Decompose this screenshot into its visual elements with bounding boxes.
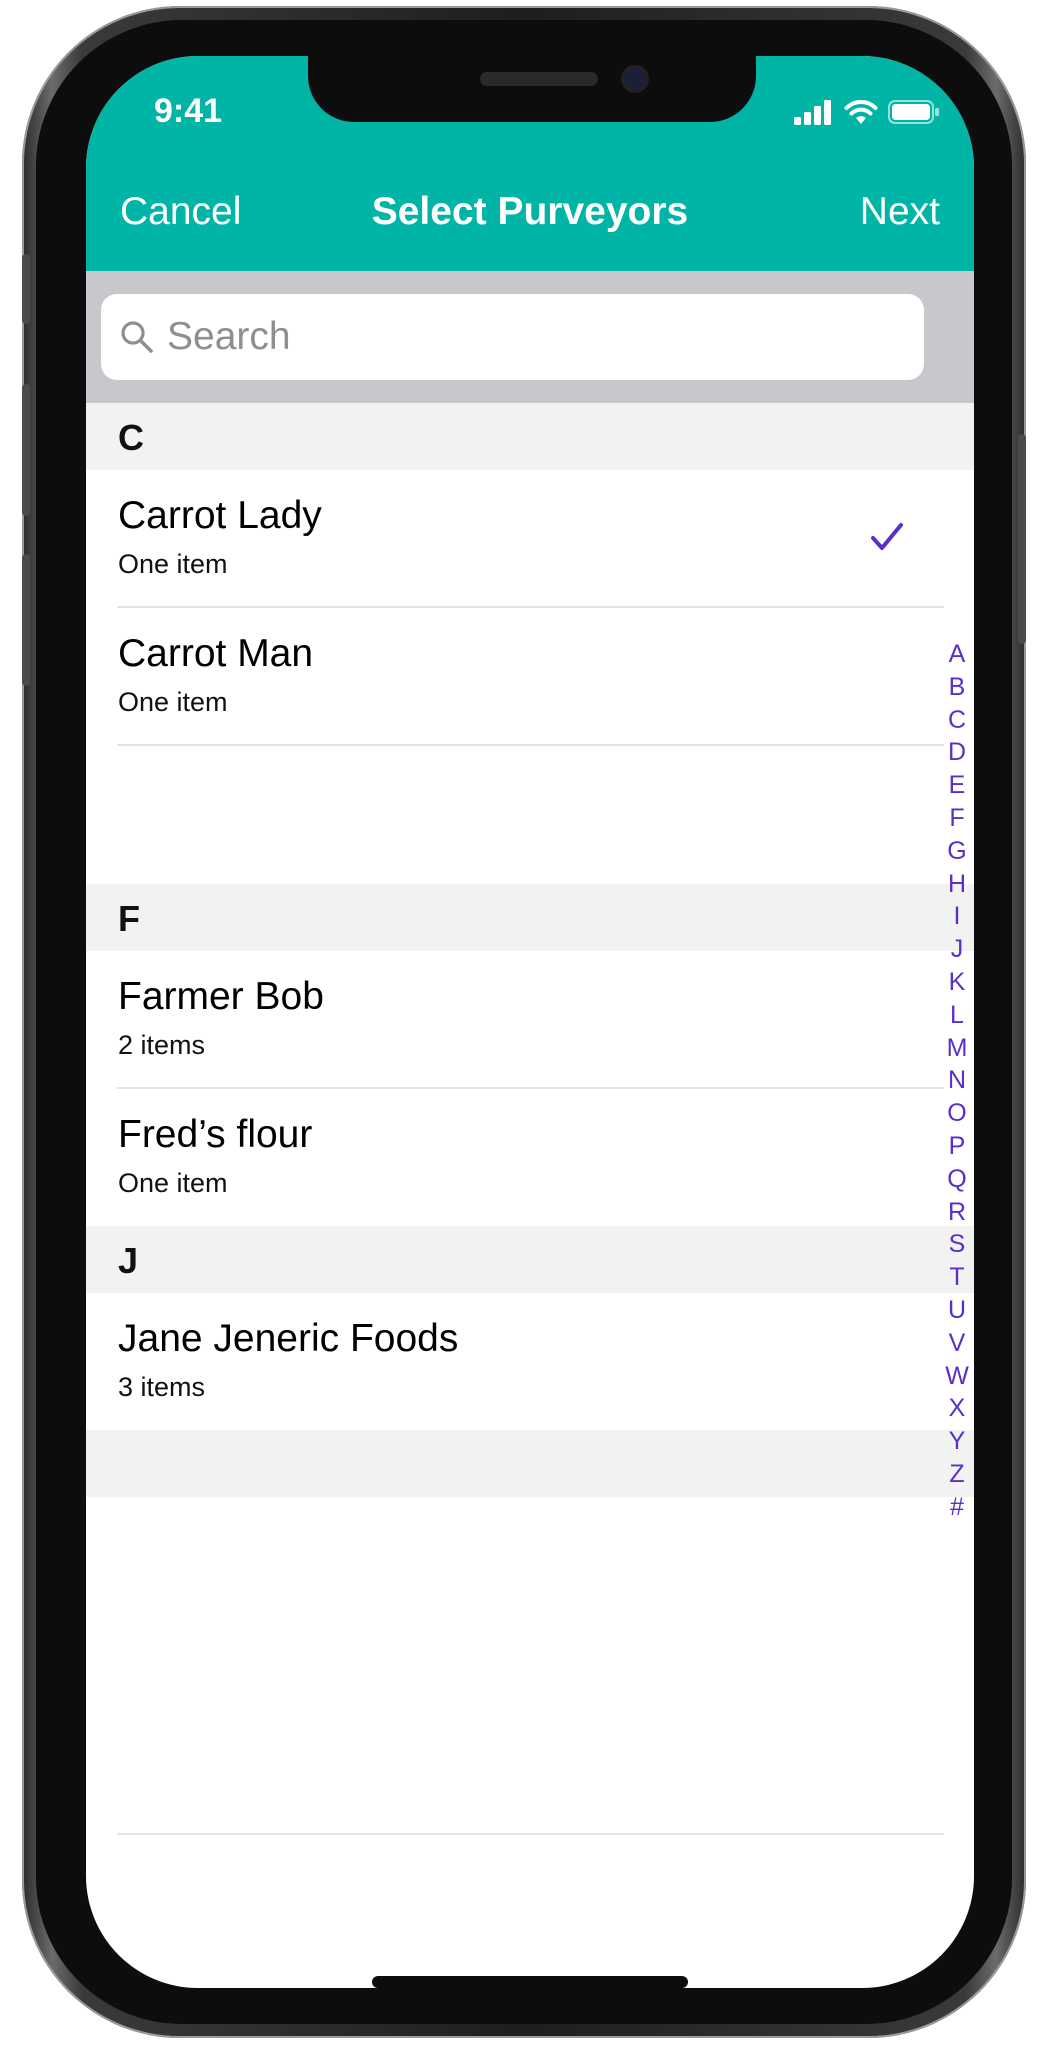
- index-letter-p[interactable]: P: [949, 1130, 966, 1163]
- wifi-icon: [844, 100, 878, 124]
- list-row-empty: [86, 746, 974, 883]
- index-letter-g[interactable]: G: [947, 835, 966, 868]
- search-icon: [119, 319, 155, 355]
- index-letter-y[interactable]: Y: [949, 1425, 966, 1458]
- home-indicator[interactable]: [372, 1976, 688, 1988]
- index-letter-z[interactable]: Z: [949, 1458, 964, 1491]
- power-button: [1018, 434, 1026, 644]
- list-row-freds-flour[interactable]: Fred’s flour One item: [86, 1089, 974, 1226]
- status-icons: [794, 96, 940, 128]
- cancel-button[interactable]: Cancel: [120, 190, 241, 234]
- index-letter-w[interactable]: W: [945, 1360, 969, 1393]
- index-letter-f[interactable]: F: [949, 802, 964, 835]
- index-letter-c[interactable]: C: [948, 704, 966, 737]
- index-letter-h[interactable]: H: [948, 868, 966, 901]
- index-letter-j[interactable]: J: [951, 933, 964, 966]
- navigation-header: 9:41 Cancel Select Purveyors Next: [86, 56, 974, 271]
- index-letter-hash[interactable]: #: [950, 1491, 964, 1524]
- purveyor-item-count: One item: [118, 687, 228, 717]
- status-time: 9:41: [154, 92, 223, 130]
- index-letter-n[interactable]: N: [948, 1064, 966, 1097]
- purveyor-name: Carrot Lady: [118, 494, 322, 537]
- section-index-bar[interactable]: A B C D E F G H I J K L M N O P Q R S T U V W X Y Z #: [940, 638, 974, 1524]
- index-letter-l[interactable]: L: [950, 999, 964, 1032]
- index-letter-k[interactable]: K: [949, 966, 966, 999]
- volume-up-button: [22, 384, 30, 516]
- notch: [308, 56, 756, 122]
- section-letter: F: [118, 898, 140, 939]
- purveyor-item-count: One item: [118, 549, 228, 579]
- purveyor-name: Farmer Bob: [118, 975, 324, 1018]
- index-letter-a[interactable]: A: [949, 638, 966, 671]
- index-letter-d[interactable]: D: [948, 736, 966, 769]
- index-letter-b[interactable]: B: [949, 671, 966, 704]
- search-bar-container: [86, 271, 974, 403]
- list-row-carrot-man[interactable]: Carrot Man One item: [86, 608, 974, 745]
- index-letter-m[interactable]: M: [947, 1032, 968, 1065]
- section-letter: J: [118, 1240, 139, 1281]
- purveyor-name: Fred’s flour: [118, 1113, 313, 1156]
- silent-switch: [22, 254, 30, 324]
- page-title: Select Purveyors: [371, 190, 689, 233]
- index-letter-x[interactable]: X: [949, 1392, 966, 1425]
- index-letter-r[interactable]: R: [948, 1196, 966, 1229]
- speaker-grille: [480, 72, 598, 86]
- battery-icon: [888, 100, 939, 124]
- section-footer: [86, 1430, 974, 1497]
- index-letter-e[interactable]: E: [949, 769, 966, 802]
- index-letter-s[interactable]: S: [949, 1228, 966, 1261]
- search-input[interactable]: [165, 314, 885, 360]
- index-letter-u[interactable]: U: [948, 1294, 966, 1327]
- index-letter-i[interactable]: I: [954, 900, 961, 933]
- checkmark-icon: [870, 522, 904, 557]
- row-separator: [117, 1833, 944, 1835]
- index-letter-t[interactable]: T: [949, 1261, 964, 1294]
- list-row-carrot-lady[interactable]: Carrot Lady One item: [86, 470, 974, 607]
- section-letter: C: [118, 417, 144, 458]
- index-letter-v[interactable]: V: [949, 1327, 966, 1360]
- purveyor-item-count: 3 items: [118, 1372, 206, 1402]
- purveyor-item-count: One item: [118, 1168, 228, 1198]
- search-field[interactable]: [101, 294, 924, 380]
- phone-screen: 9:41 Cancel Select Purveyors Next Search…: [86, 56, 974, 1988]
- front-camera: [624, 68, 646, 90]
- section-header-f: F: [86, 884, 974, 951]
- next-button[interactable]: Next: [860, 190, 940, 234]
- list-row-jane-jeneric-foods[interactable]: Jane Jeneric Foods 3 items: [86, 1293, 974, 1430]
- purveyor-item-count: 2 items: [118, 1030, 206, 1060]
- list-row-farmer-bob[interactable]: Farmer Bob 2 items: [86, 951, 974, 1088]
- index-letter-q[interactable]: Q: [947, 1163, 966, 1196]
- index-letter-o[interactable]: O: [947, 1097, 966, 1130]
- cellular-signal-icon: [794, 100, 831, 125]
- section-header-c: C: [86, 403, 974, 470]
- purveyor-name: Carrot Man: [118, 632, 314, 675]
- section-header-j: J: [86, 1226, 974, 1293]
- purveyor-name: Jane Jeneric Foods: [118, 1317, 459, 1360]
- volume-down-button: [22, 554, 30, 686]
